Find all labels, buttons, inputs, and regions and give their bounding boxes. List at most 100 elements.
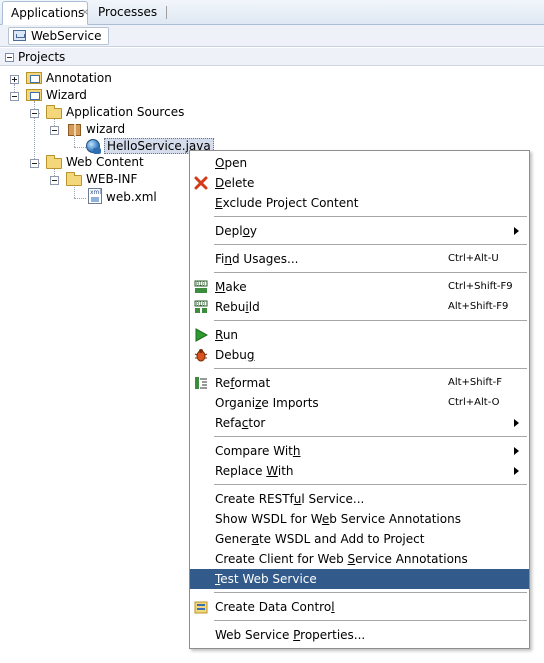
menu-item-label: Create RESTful Service...	[215, 492, 365, 506]
tab-processes[interactable]: Processes	[90, 1, 165, 25]
menu-item-label: Generate WSDL and Add to Project	[215, 532, 425, 546]
menu-separator	[214, 320, 527, 321]
menu-separator	[214, 272, 527, 273]
menu-separator	[214, 216, 527, 217]
folder-icon	[46, 105, 62, 119]
tree-item-web-content[interactable]: Web Content	[66, 154, 144, 171]
menu-item-refactor[interactable]: Refactor	[190, 413, 529, 433]
package-icon	[68, 124, 81, 136]
tree-item-annotation[interactable]: Annotation	[46, 70, 112, 87]
close-icon[interactable]: ×	[81, 2, 89, 24]
menu-separator	[214, 484, 527, 485]
collapse-icon[interactable]	[30, 109, 39, 118]
application-label: WebService	[31, 29, 102, 43]
menu-item-label: Create Data Control	[215, 600, 335, 614]
reformat-icon	[195, 377, 207, 389]
menu-item-delete[interactable]: Delete	[190, 173, 529, 193]
debug-bug-icon	[194, 349, 208, 362]
projects-header-label: Projects	[18, 50, 66, 64]
xml-file-icon	[88, 188, 102, 204]
context-menu: Open Delete Exclude Project Content Depl…	[189, 150, 530, 649]
menu-separator	[214, 436, 527, 437]
submenu-arrow-icon	[514, 227, 519, 235]
menu-shortcut: Alt+Shift-F	[448, 377, 503, 388]
menu-item-show-wsdl[interactable]: Show WSDL for Web Service Annotations	[190, 509, 529, 529]
application-toolbar: WebService	[0, 25, 544, 47]
menu-item-replace-with[interactable]: Replace With	[190, 461, 529, 481]
menu-item-exclude-project-content[interactable]: Exclude Project Content	[190, 193, 529, 213]
menu-item-debug[interactable]: Debug	[190, 345, 529, 365]
tab-applications[interactable]: Applications ×	[2, 1, 89, 25]
menu-item-label: Replace With	[215, 464, 294, 478]
menu-separator	[214, 368, 527, 369]
menu-item-web-service-properties[interactable]: Web Service Properties...	[190, 625, 529, 645]
project-folder-icon	[26, 89, 42, 101]
make-icon: 010	[194, 280, 208, 293]
collapse-icon[interactable]	[5, 53, 14, 62]
tree-guide	[74, 135, 75, 147]
menu-item-label: Exclude Project Content	[215, 196, 359, 210]
tree-guide	[74, 147, 86, 148]
tree-item-label: Annotation	[46, 71, 112, 85]
tree-item-label: Application Sources	[66, 105, 185, 119]
menu-shortcut: Ctrl+Alt-U	[448, 253, 499, 264]
tab-separator	[166, 6, 167, 19]
menu-item-open[interactable]: Open	[190, 153, 529, 173]
menu-item-deploy[interactable]: Deploy	[190, 221, 529, 241]
web-service-icon	[86, 139, 101, 154]
tree-guide	[74, 185, 75, 198]
menu-item-organize-imports[interactable]: Organize Imports Ctrl+Alt-O	[190, 393, 529, 413]
editor-tab-strip: Applications × Processes	[0, 0, 544, 25]
menu-item-label: Reformat	[215, 376, 271, 390]
menu-item-label: Test Web Service	[215, 572, 317, 586]
menu-item-find-usages[interactable]: Find Usages... Ctrl+Alt-U	[190, 249, 529, 269]
menu-item-label: Find Usages...	[215, 252, 299, 266]
menu-item-test-web-service[interactable]: Test Web Service	[190, 569, 529, 589]
delete-icon	[194, 176, 208, 190]
folder-icon	[66, 172, 82, 186]
tree-item-wizard[interactable]: Wizard	[46, 87, 87, 104]
tree-item-web-inf[interactable]: WEB-INF	[86, 171, 137, 188]
menu-item-create-restful-service[interactable]: Create RESTful Service...	[190, 489, 529, 509]
menu-item-create-data-control[interactable]: Create Data Control	[190, 597, 529, 617]
collapse-icon[interactable]	[50, 176, 59, 185]
expand-icon[interactable]	[10, 75, 19, 84]
tree-item-web-xml[interactable]: web.xml	[106, 189, 157, 206]
menu-item-label: Create Client for Web Service Annotation…	[215, 552, 468, 566]
tree-item-label: wizard	[86, 122, 126, 136]
collapse-icon[interactable]	[50, 126, 59, 135]
svg-text:010: 010	[196, 282, 205, 288]
tree-item-label: Wizard	[46, 88, 87, 102]
tree-item-application-sources[interactable]: Application Sources	[66, 104, 184, 121]
menu-item-label: Refactor	[215, 416, 266, 430]
menu-item-reformat[interactable]: Reformat Alt+Shift-F	[190, 373, 529, 393]
menu-item-rebuild[interactable]: 010 Rebuild Alt+Shift-F9	[190, 297, 529, 317]
run-icon	[195, 328, 208, 342]
collapse-icon[interactable]	[10, 92, 19, 101]
menu-item-run[interactable]: Run	[190, 325, 529, 345]
menu-item-label: Web Service Properties...	[215, 628, 366, 642]
submenu-arrow-icon	[514, 447, 519, 455]
menu-item-make[interactable]: 010 Make Ctrl+Shift-F9	[190, 277, 529, 297]
menu-item-label: Deploy	[215, 224, 258, 238]
menu-shortcut: Ctrl+Alt-O	[448, 397, 500, 408]
data-control-icon	[194, 601, 208, 614]
svg-text:010: 010	[196, 302, 205, 308]
menu-separator	[214, 244, 527, 245]
menu-item-compare-with[interactable]: Compare With	[190, 441, 529, 461]
tree-item-label: Web Content	[66, 155, 144, 169]
menu-item-generate-wsdl[interactable]: Generate WSDL and Add to Project	[190, 529, 529, 549]
collapse-icon[interactable]	[30, 159, 39, 168]
application-selector[interactable]: WebService	[8, 27, 109, 45]
menu-item-label: Make	[215, 280, 247, 294]
menu-item-label: Organize Imports	[215, 396, 319, 410]
submenu-arrow-icon	[514, 467, 519, 475]
submenu-arrow-icon	[514, 419, 519, 427]
tree-guide	[74, 198, 86, 199]
projects-panel-header[interactable]: Projects	[0, 48, 544, 66]
menu-item-create-client[interactable]: Create Client for Web Service Annotation…	[190, 549, 529, 569]
application-icon	[13, 30, 26, 41]
menu-item-label: Compare With	[215, 444, 301, 458]
tree-item-wizard-package[interactable]: wizard	[86, 121, 125, 138]
menu-item-label: Debug	[215, 348, 255, 362]
